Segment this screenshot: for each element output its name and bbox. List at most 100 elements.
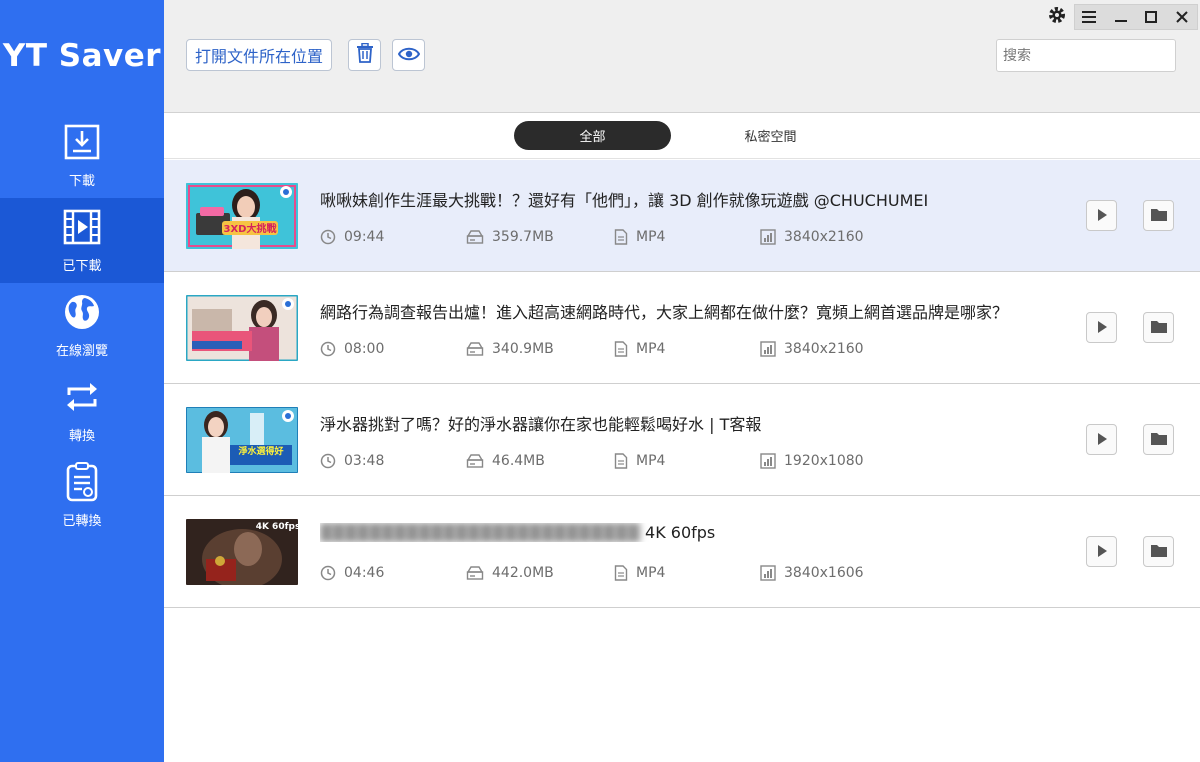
search-input[interactable] [996,39,1176,72]
convert-icon [62,377,102,417]
folder-icon [1150,206,1167,225]
sidebar-item-converted[interactable]: 已轉換 [0,453,164,538]
resolution-icon [760,453,776,469]
open-folder-button[interactable] [1143,312,1174,343]
toolbar: 打開文件所在位置 [164,0,1200,113]
minimize-button[interactable] [1106,4,1136,30]
format-value: MP4 [636,565,666,581]
open-folder-button[interactable] [1143,424,1174,455]
format-value: MP4 [636,341,666,357]
menu-button[interactable] [1074,4,1104,30]
resolution-icon [760,229,776,245]
list-item[interactable]: 3XD大挑戰 啾啾妹創作生涯最大挑戰！？還好有「他們」，讓 3D 創作就像玩遊戲… [164,160,1200,272]
clock-icon [320,565,336,581]
play-icon [1097,206,1107,225]
play-button[interactable] [1086,536,1117,567]
sidebar-item-downloaded[interactable]: 已下載 [0,198,164,283]
format-value: MP4 [636,453,666,469]
delete-button[interactable] [348,39,381,71]
video-title-visible: 4K 60fps [645,523,716,542]
app-title: YT Saver [2,38,162,74]
duration-value: 04:46 [344,565,385,581]
file-icon [614,229,628,245]
duration-value: 03:48 [344,453,385,469]
file-icon [614,341,628,357]
video-size: 46.4MB [466,453,545,469]
resolution-value: 3840x2160 [784,341,864,357]
open-file-location-button[interactable]: 打開文件所在位置 [186,39,333,71]
sidebar-item-label: 下載 [68,174,95,189]
video-duration: 04:46 [320,565,384,581]
play-button[interactable] [1086,312,1117,343]
tab-all[interactable]: 全部 [514,121,671,150]
disk-icon [466,342,484,356]
video-format: MP4 [614,565,665,581]
gear-icon [1048,6,1066,28]
duration-value: 09:44 [344,229,385,245]
sidebar-item-label: 在線瀏覽 [55,344,108,359]
thumbnail-caption: 3XD大挑戰 [224,222,277,235]
format-value: MP4 [636,229,666,245]
play-button[interactable] [1086,424,1117,455]
sidebar-item-label: 轉換 [68,429,95,444]
maximize-button[interactable] [1136,4,1166,30]
tab-private-space[interactable]: 私密空間 [692,121,849,150]
folder-icon [1150,318,1167,337]
open-folder-button[interactable] [1143,536,1174,567]
video-duration: 03:48 [320,453,384,469]
video-thumbnail: 淨水選得好 [186,407,298,473]
clock-icon [320,229,336,245]
folder-icon [1150,430,1167,449]
video-size: 359.7MB [466,229,554,245]
list-item[interactable]: 淨水選得好 淨水器挑對了嗎？好的淨水器讓你在家也能輕鬆喝好水 | T客報 03:… [164,384,1200,496]
size-value: 359.7MB [492,229,554,245]
close-button[interactable] [1167,4,1197,30]
video-title: 淨水器挑對了嗎？好的淨水器讓你在家也能輕鬆喝好水 | T客報 [320,415,762,434]
play-button[interactable] [1086,200,1117,231]
maximize-icon [1145,8,1157,27]
sidebar: YT Saver 下載 已下載 在線瀏覽 轉換 已轉換 [0,0,164,762]
video-thumbnail: 4K 60fps [186,519,298,585]
size-value: 442.0MB [492,565,554,581]
sidebar-item-download[interactable]: 下載 [0,113,164,198]
clock-icon [320,453,336,469]
size-value: 340.9MB [492,341,554,357]
video-title: ██████████████████████████ 4K 60fps [320,523,1040,542]
open-folder-button[interactable] [1143,200,1174,231]
folder-icon [1150,542,1167,561]
video-resolution: 1920x1080 [760,453,864,469]
video-size: 340.9MB [466,341,554,357]
film-icon [62,207,102,247]
list-item[interactable]: 網路行為調查報告出爐！進入超高速網路時代，大家上網都在做什麼？寬頻上網首選品牌是… [164,272,1200,384]
thumbnail-caption: 4K 60fps [256,522,298,532]
settings-button[interactable] [1042,4,1072,30]
disk-icon [466,230,484,244]
resolution-value: 1920x1080 [784,453,864,469]
minimize-icon [1115,8,1127,27]
video-format: MP4 [614,229,665,245]
sidebar-item-label: 已轉換 [62,514,102,529]
video-format: MP4 [614,341,665,357]
video-thumbnail [186,295,298,361]
video-resolution: 3840x2160 [760,229,864,245]
resolution-value: 3840x2160 [784,229,864,245]
thumbnail-caption: 淨水選得好 [237,445,283,457]
size-value: 46.4MB [492,453,545,469]
disk-icon [466,566,484,580]
eye-icon [397,46,420,65]
sidebar-item-browse[interactable]: 在線瀏覽 [0,283,164,368]
preview-button[interactable] [392,39,425,71]
resolution-icon [760,341,776,357]
resolution-value: 3840x1606 [784,565,864,581]
video-thumbnail: 3XD大挑戰 [186,183,298,249]
list-item[interactable]: 4K 60fps ██████████████████████████ 4K 6… [164,496,1200,608]
globe-icon [62,292,102,332]
menu-icon [1082,8,1096,27]
converted-doc-icon [62,462,102,502]
resolution-icon [760,565,776,581]
video-size: 442.0MB [466,565,554,581]
video-resolution: 3840x1606 [760,565,864,581]
video-duration: 09:44 [320,229,384,245]
sidebar-item-convert[interactable]: 轉換 [0,368,164,453]
duration-value: 08:00 [344,341,385,357]
